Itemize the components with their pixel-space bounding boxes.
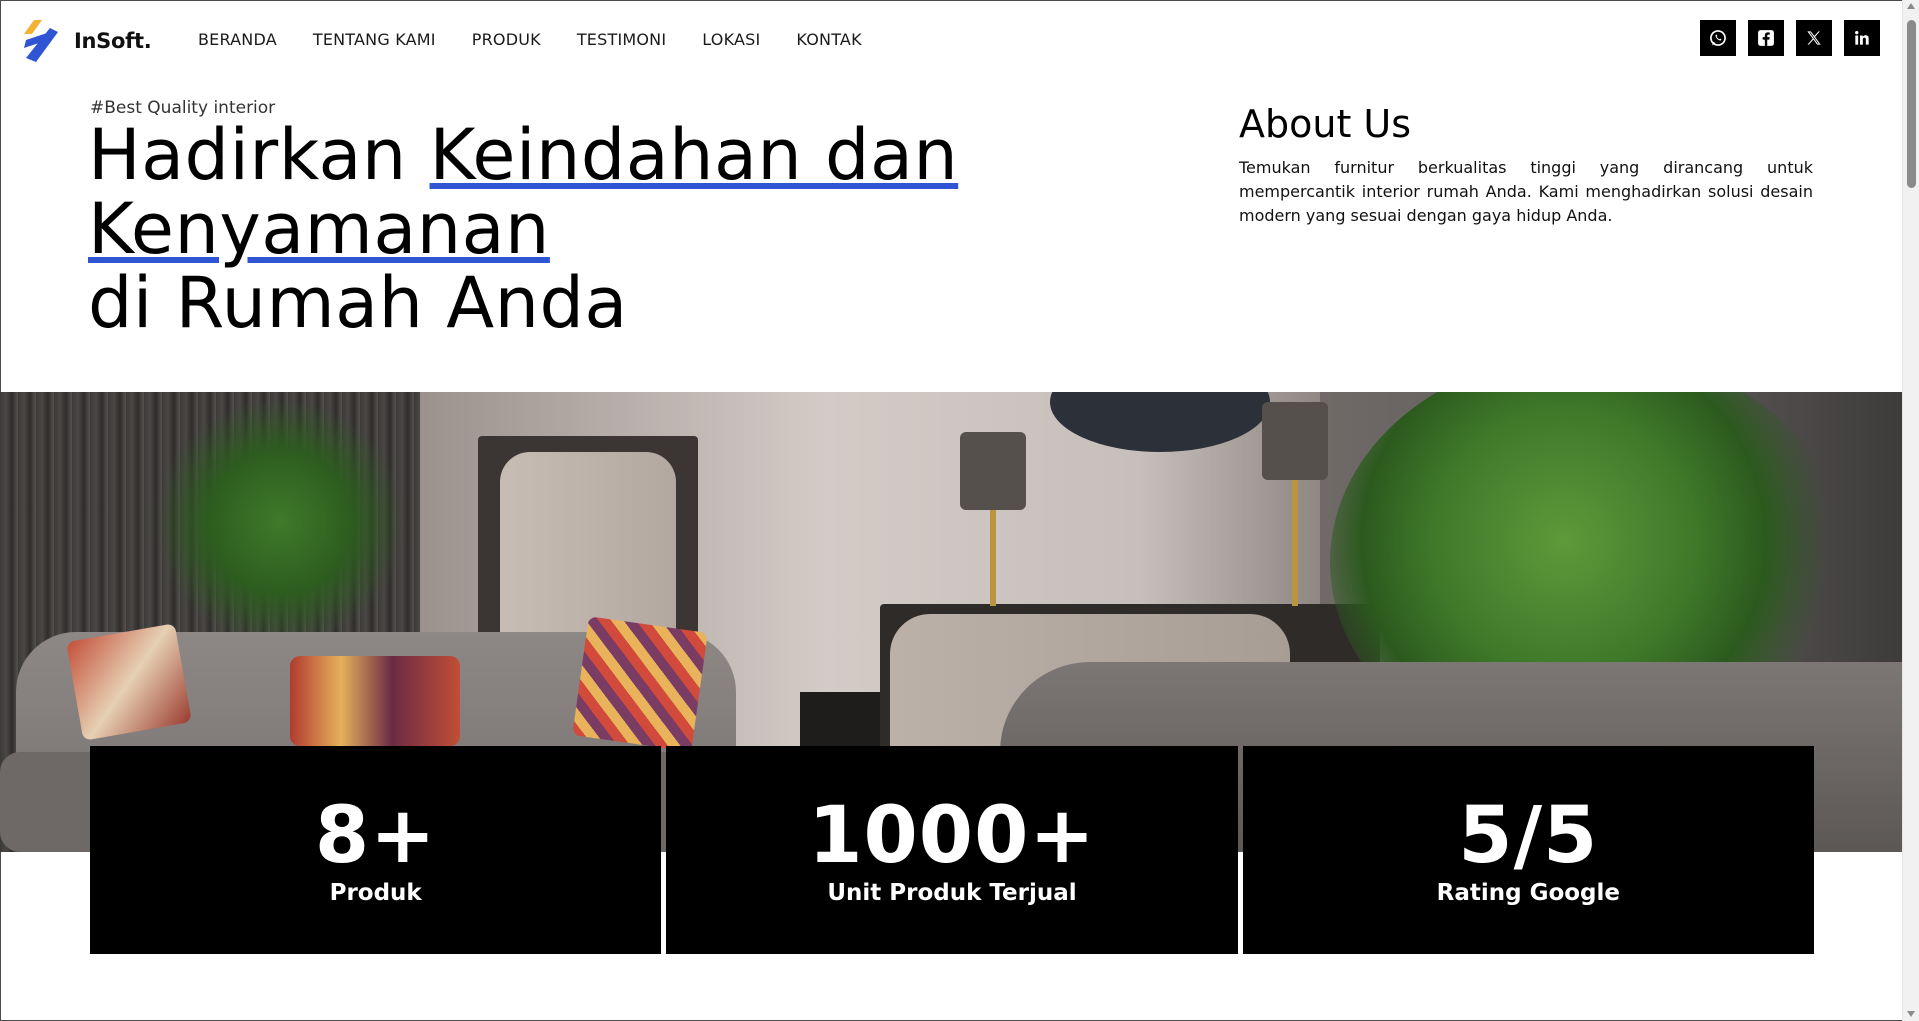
about-title: About Us [1239, 102, 1412, 146]
linkedin-button[interactable] [1844, 20, 1880, 56]
nav-item-tentang-kami[interactable]: TENTANG KAMI [313, 30, 436, 49]
headline-line-2: Kenyamanan [88, 192, 1088, 266]
stat-label: Rating Google [1436, 880, 1621, 906]
image-lamp-stem-left [990, 510, 996, 606]
headline-text-1: Hadirkan [88, 114, 430, 196]
whatsapp-icon [1710, 30, 1726, 46]
nav-item-produk[interactable]: PRODUK [472, 30, 541, 49]
whatsapp-button[interactable] [1700, 20, 1736, 56]
about-section: About Us Temukan furnitur berkualitas ti… [1239, 102, 1813, 228]
stat-value: 5/5 [1458, 791, 1599, 881]
navbar: InSoft. BERANDA TENTANG KAMI PRODUK TEST… [0, 0, 1902, 82]
stat-card-products: 8+ Produk [90, 746, 662, 954]
headline-highlight-1: Keindahan dan [429, 114, 959, 196]
hero-headline: Hadirkan Keindahan dan Kenyamanan di Rum… [88, 118, 1088, 340]
stat-label: Unit Produk Terjual [827, 880, 1077, 906]
nav-item-testimoni[interactable]: TESTIMONI [577, 30, 666, 49]
headline-highlight-2: Kenyamanan [88, 188, 550, 270]
image-plant-left [150, 402, 410, 642]
image-lamp-shade-right [1262, 402, 1328, 480]
scroll-up-arrow-icon[interactable] [1907, 3, 1915, 9]
image-lamp-shade-left [960, 432, 1026, 510]
headline-line-1: Hadirkan Keindahan dan [88, 118, 1088, 192]
stats-section: 8+ Produk 1000+ Unit Produk Terjual 5/5 … [90, 746, 1814, 954]
linkedin-icon [1855, 31, 1869, 45]
nav-menu: BERANDA TENTANG KAMI PRODUK TESTIMONI LO… [198, 30, 862, 49]
facebook-icon [1758, 30, 1774, 46]
page-scrollbar[interactable] [1902, 0, 1919, 1021]
scroll-down-arrow-icon[interactable] [1907, 1011, 1915, 1017]
image-lamp-stem-right [1292, 480, 1298, 606]
stat-card-units-sold: 1000+ Unit Produk Terjual [666, 746, 1238, 954]
about-text: Temukan furnitur berkualitas tinggi yang… [1239, 158, 1813, 225]
stat-card-rating: 5/5 Rating Google [1242, 746, 1814, 954]
social-links [1700, 20, 1880, 56]
headline-line-3: di Rumah Anda [88, 262, 628, 344]
nav-item-lokasi[interactable]: LOKASI [702, 30, 760, 49]
x-icon [1807, 31, 1821, 45]
stat-label: Produk [329, 880, 422, 906]
brand[interactable]: InSoft. [20, 18, 152, 64]
stat-value: 1000+ [808, 791, 1096, 881]
image-pillow-1 [66, 623, 192, 741]
facebook-button[interactable] [1748, 20, 1784, 56]
nav-item-kontak[interactable]: KONTAK [796, 30, 861, 49]
nav-item-beranda[interactable]: BERANDA [198, 30, 277, 49]
scroll-thumb[interactable] [1907, 20, 1916, 188]
image-pillow-3 [572, 616, 708, 752]
x-button[interactable] [1796, 20, 1832, 56]
stat-value: 8+ [314, 791, 437, 881]
brand-logo-icon [20, 18, 60, 64]
image-pillow-2 [290, 656, 460, 746]
brand-name: InSoft. [74, 29, 152, 53]
